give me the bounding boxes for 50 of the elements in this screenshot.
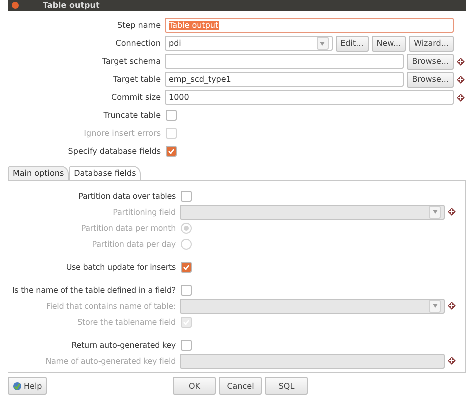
field-label: Target table xyxy=(112,75,162,84)
checkbox[interactable] xyxy=(166,146,177,157)
variable-icon xyxy=(457,58,465,66)
variable-icon xyxy=(457,94,465,102)
window-title: Table output xyxy=(43,1,100,10)
connection-button[interactable]: New... xyxy=(372,36,406,52)
variable-icon xyxy=(457,76,465,84)
field-label: Partition data per day xyxy=(91,240,177,248)
field-label: Return auto-generated key xyxy=(70,340,177,350)
field-label: Connection xyxy=(114,39,162,48)
field-label: Use batch update for inserts xyxy=(65,262,177,272)
tab[interactable]: Main options xyxy=(8,166,70,180)
connection-button[interactable]: Edit... xyxy=(336,36,369,52)
checkbox[interactable] xyxy=(181,340,192,350)
dialog-button[interactable]: Cancel xyxy=(219,377,262,395)
checkbox[interactable] xyxy=(181,284,192,296)
field-label: Specify database fields xyxy=(67,147,162,156)
field-value: pdi xyxy=(169,39,182,48)
tab[interactable]: Database fields xyxy=(69,166,142,180)
text-field[interactable]: emp_scd_type1 xyxy=(165,72,404,87)
connection-button[interactable]: Wizard... xyxy=(409,36,454,52)
dialog-button[interactable]: OK xyxy=(173,377,216,395)
text-field[interactable]: 1000 xyxy=(165,90,454,105)
checkbox[interactable] xyxy=(166,110,177,121)
help-button[interactable]: Help xyxy=(8,377,48,395)
checkbox[interactable] xyxy=(181,262,192,272)
field-label: Truncate table xyxy=(102,111,162,120)
field-label: Partitioning field xyxy=(112,208,177,216)
field-label: Is the name of the table defined in a field? xyxy=(11,286,177,294)
text-field[interactable] xyxy=(165,54,404,69)
dropdown-field[interactable]: pdi xyxy=(165,36,333,51)
field-label: Target schema xyxy=(101,57,162,66)
close-icon[interactable] xyxy=(12,2,19,9)
variable-icon xyxy=(448,302,456,310)
dropdown-arrow-icon[interactable] xyxy=(320,42,326,46)
browse-button[interactable]: Browse... xyxy=(407,72,454,88)
checkbox[interactable] xyxy=(181,190,192,202)
field-label: Commit size xyxy=(110,93,162,102)
field-label: Step name xyxy=(116,21,162,30)
field-label: Ignore insert errors xyxy=(83,129,162,138)
field-label: Partition data over tables xyxy=(78,192,177,200)
variable-icon xyxy=(448,208,456,216)
variable-icon xyxy=(448,357,456,365)
field-label: Field that contains name of table: xyxy=(45,302,177,310)
field-label: Store the tablename field xyxy=(76,318,177,326)
browse-button[interactable]: Browse... xyxy=(407,54,454,70)
help-icon xyxy=(13,382,22,390)
field-label: Name of auto-generated key field xyxy=(44,356,177,366)
field-label: Partition data per month xyxy=(80,224,177,232)
dialog-button[interactable]: SQL xyxy=(265,377,308,395)
